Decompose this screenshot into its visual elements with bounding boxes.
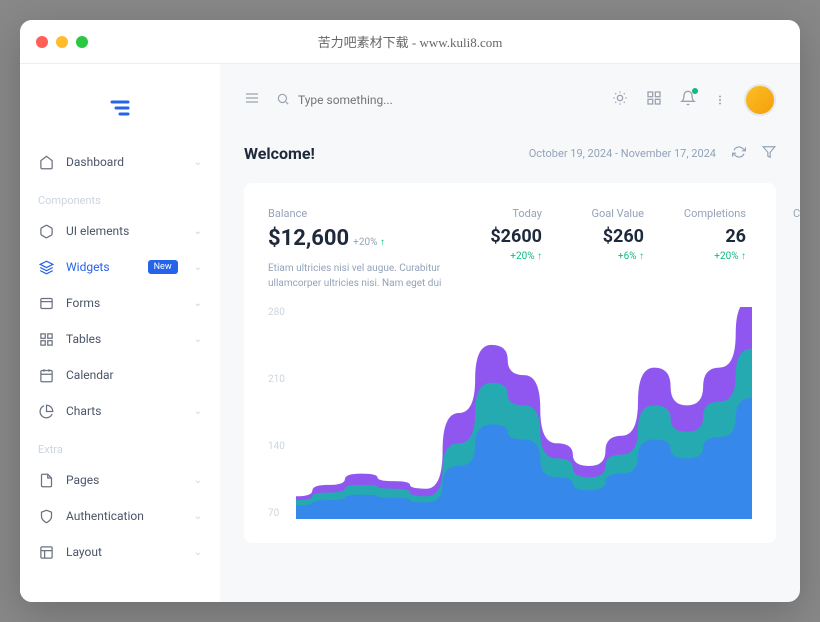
kpi-goal-value: Goal Value $260 +6% ↑ <box>574 207 644 291</box>
y-tick: 280 <box>268 307 285 318</box>
sidebar-item-pages[interactable]: Pages ⌄ <box>20 462 220 498</box>
chevron-down-icon: ⌄ <box>194 157 202 168</box>
chevron-down-icon: ⌄ <box>194 475 202 486</box>
arrow-up-icon: ↑ <box>639 251 644 262</box>
sidebar-item-label: Pages <box>66 473 182 487</box>
search <box>276 91 596 110</box>
sidebar-item-label: UI elements <box>66 224 182 238</box>
y-tick: 140 <box>268 441 285 452</box>
sidebar-item-layout[interactable]: Layout ⌄ <box>20 534 220 570</box>
kpi-delta: +6% ↑ <box>574 251 644 262</box>
chevron-down-icon: ⌄ <box>194 406 202 417</box>
sidebar-section-header: Components <box>20 180 220 213</box>
kpi-conversion: Conversion 6% -2% ↓ <box>778 207 800 291</box>
layout-icon <box>38 544 54 560</box>
sidebar-item-authentication[interactable]: Authentication ⌄ <box>20 498 220 534</box>
kpi-delta: +20% ↑ <box>676 251 746 262</box>
main: Welcome! October 19, 2024 - November 17,… <box>220 64 800 602</box>
cube-icon <box>38 223 54 239</box>
kpi-card: Balance $12,600 +20% ↑ Etiam ultricies ni… <box>244 183 776 543</box>
titlebar-text: 苦力吧素材下载 - www.kuli8.com <box>318 32 503 51</box>
app-window: 苦力吧素材下载 - www.kuli8.com Dashboard ⌄ Compon… <box>20 20 800 602</box>
sidebar-item-label: Charts <box>66 404 182 418</box>
kpi-delta: +20% ↑ <box>472 251 542 262</box>
kpi-label: Today <box>472 207 542 220</box>
sidebar-item-tables[interactable]: Tables ⌄ <box>20 321 220 357</box>
maximize-icon[interactable] <box>76 36 88 48</box>
chevron-down-icon: ⌄ <box>194 262 202 273</box>
sidebar-item-forms[interactable]: Forms ⌄ <box>20 285 220 321</box>
sidebar-item-calendar[interactable]: Calendar <box>20 357 220 393</box>
sidebar-item-label: Authentication <box>66 509 182 523</box>
logo[interactable] <box>20 72 220 144</box>
chevron-down-icon: ⌄ <box>194 226 202 237</box>
arrow-up-icon: ↑ <box>741 251 746 262</box>
date-range[interactable]: October 19, 2024 - November 17, 2024 <box>529 147 716 160</box>
chart: 280 210 140 70 <box>268 307 752 519</box>
sidebar-item-widgets[interactable]: Widgets New ⌄ <box>20 249 220 285</box>
more-icon[interactable] <box>714 91 726 110</box>
page-title: Welcome! <box>244 144 315 163</box>
topbar <box>220 64 800 136</box>
layers-icon <box>38 259 54 275</box>
shield-icon <box>38 508 54 524</box>
kpi-value: 6% <box>778 226 800 247</box>
chevron-down-icon: ⌄ <box>194 511 202 522</box>
titlebar: 苦力吧素材下载 - www.kuli8.com <box>20 20 800 64</box>
page-icon <box>38 472 54 488</box>
sidebar-item-label: Tables <box>66 332 182 346</box>
arrow-up-icon: ↑ <box>537 251 542 262</box>
refresh-icon[interactable] <box>732 145 746 162</box>
theme-icon[interactable] <box>612 90 628 110</box>
kpi-desc: Etiam ultricies nisi vel augue. Curabitu… <box>268 261 448 291</box>
sidebar-item-label: Layout <box>66 545 182 559</box>
grid-icon <box>38 331 54 347</box>
minimize-icon[interactable] <box>56 36 68 48</box>
search-input[interactable] <box>298 93 498 107</box>
kpi-today: Today $2600 +20% ↑ <box>472 207 542 291</box>
kpi-value: $12,600 <box>268 226 349 251</box>
arrow-up-icon: ↑ <box>380 237 385 248</box>
hamburger-icon[interactable] <box>244 90 260 110</box>
avatar[interactable] <box>744 84 776 116</box>
kpi-label: Goal Value <box>574 207 644 220</box>
kpi-delta: -2% ↓ <box>778 251 800 262</box>
sidebar-section-header: Extra <box>20 429 220 462</box>
sidebar: Dashboard ⌄ Components UI elements ⌄ Widgets N… <box>20 64 220 602</box>
kpi-label: Completions <box>676 207 746 220</box>
kpi-completions: Completions 26 +20% ↑ <box>676 207 746 291</box>
kpi-balance: Balance $12,600+20% ↑ Etiam ultricies ni… <box>268 207 448 291</box>
chevron-down-icon: ⌄ <box>194 547 202 558</box>
pie-icon <box>38 403 54 419</box>
kpi-value: $260 <box>574 226 644 247</box>
kpi-value: $2600 <box>472 226 542 247</box>
kpi-label: Conversion <box>778 207 800 220</box>
badge: New <box>148 260 178 274</box>
sidebar-item-label: Dashboard <box>66 155 182 169</box>
traffic-lights <box>36 36 88 48</box>
y-tick: 70 <box>268 508 285 519</box>
bell-icon[interactable] <box>680 90 696 110</box>
home-icon <box>38 154 54 170</box>
sidebar-item-ui-elements[interactable]: UI elements ⌄ <box>20 213 220 249</box>
sidebar-item-label: Widgets <box>66 260 136 274</box>
sidebar-item-label: Forms <box>66 296 182 310</box>
kpi-value: 26 <box>676 226 746 247</box>
kpi-label: Balance <box>268 207 448 220</box>
sidebar-item-label: Calendar <box>66 368 202 382</box>
filter-icon[interactable] <box>762 145 776 162</box>
sidebar-item-charts[interactable]: Charts ⌄ <box>20 393 220 429</box>
y-tick: 210 <box>268 374 285 385</box>
chevron-down-icon: ⌄ <box>194 298 202 309</box>
apps-icon[interactable] <box>646 90 662 110</box>
chevron-down-icon: ⌄ <box>194 334 202 345</box>
calendar-icon <box>38 367 54 383</box>
form-icon <box>38 295 54 311</box>
close-icon[interactable] <box>36 36 48 48</box>
page-header: Welcome! October 19, 2024 - November 17,… <box>244 136 776 183</box>
search-icon <box>276 91 290 110</box>
sidebar-item-dashboard[interactable]: Dashboard ⌄ <box>20 144 220 180</box>
